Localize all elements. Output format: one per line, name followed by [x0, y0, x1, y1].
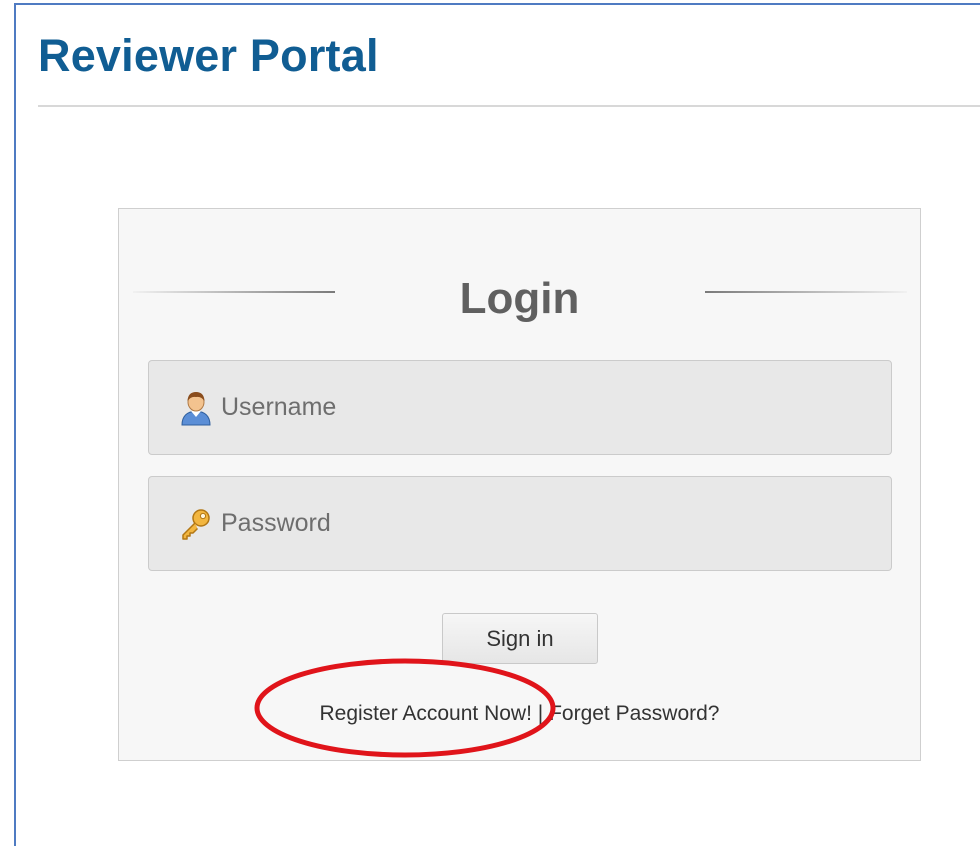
password-input[interactable]: [217, 503, 861, 544]
key-icon: [179, 505, 217, 543]
forgot-password-link[interactable]: Forget Password?: [549, 702, 719, 725]
title-divider: [38, 105, 980, 107]
account-links: Register Account Now! | Forget Password?: [119, 701, 920, 727]
register-account-link[interactable]: Register Account Now!: [319, 702, 531, 725]
login-heading: Login: [459, 274, 580, 323]
username-input[interactable]: [217, 387, 861, 428]
user-icon: [179, 389, 217, 427]
login-panel: Login Sign in Register Account Now! | Fo…: [118, 208, 921, 761]
username-field[interactable]: [148, 360, 892, 455]
site-title: Reviewer Portal: [38, 30, 379, 81]
sign-in-button[interactable]: Sign in: [442, 613, 598, 664]
links-separator: |: [537, 702, 544, 725]
heading-rule-right: [705, 291, 907, 293]
password-field[interactable]: [148, 476, 892, 571]
